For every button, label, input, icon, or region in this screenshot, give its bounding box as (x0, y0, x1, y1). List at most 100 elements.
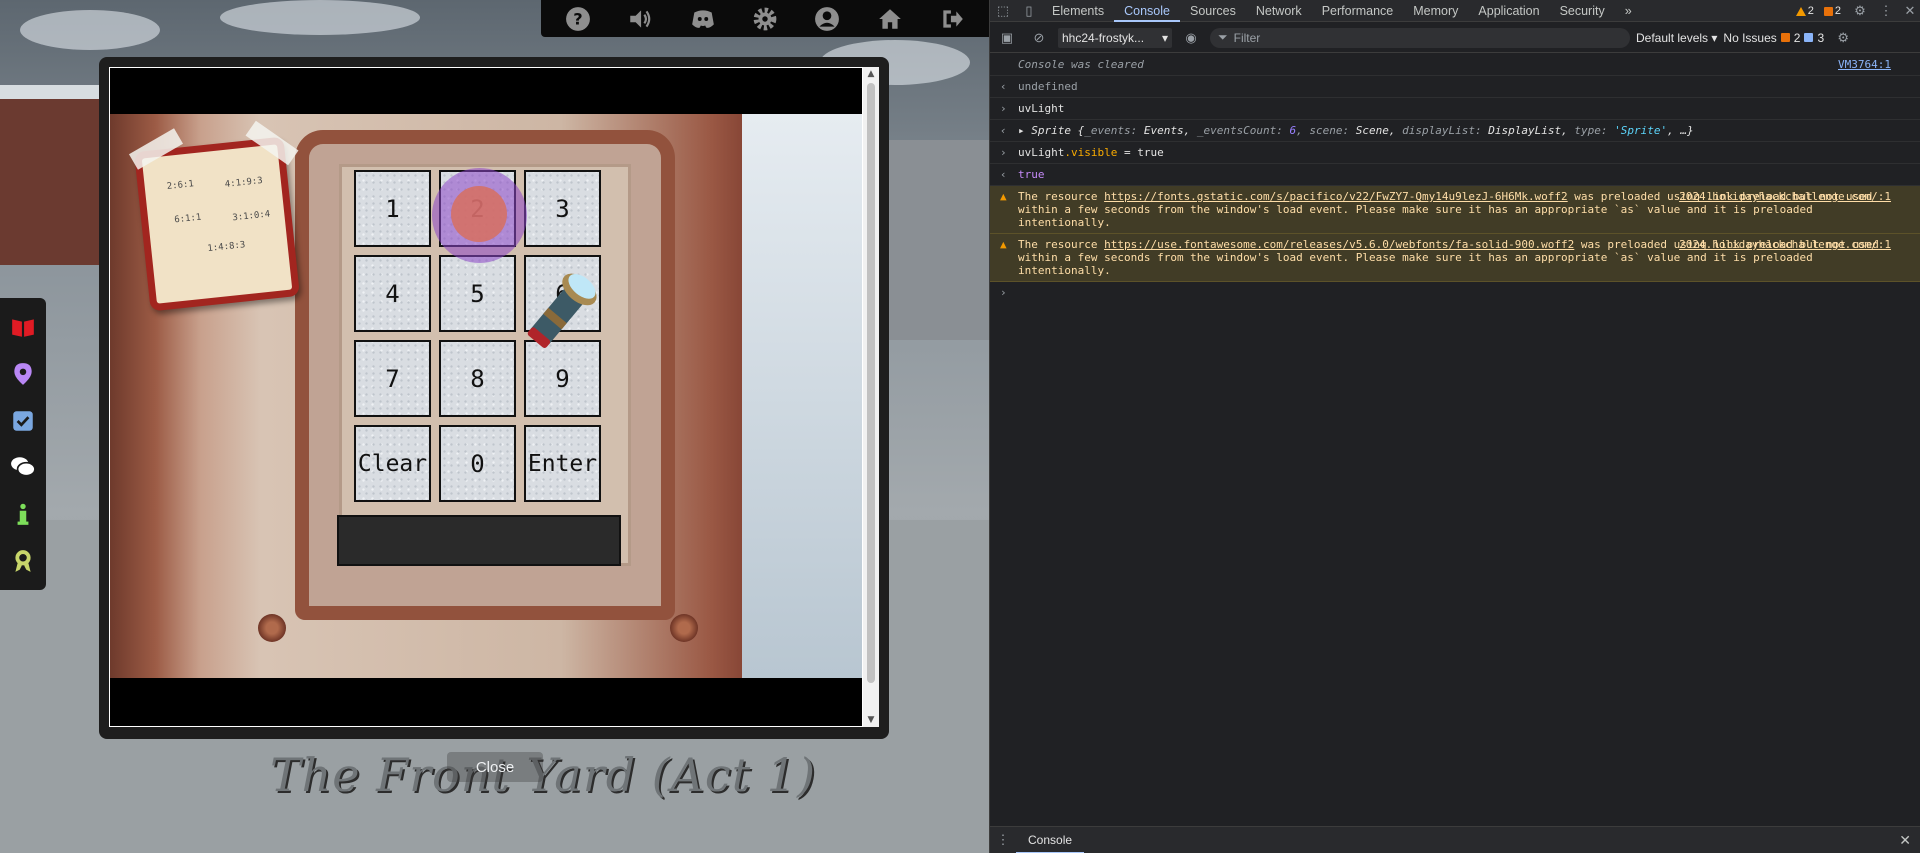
filter-placeholder: Filter (1233, 30, 1261, 45)
keypad-key-4[interactable]: 4 (354, 255, 431, 332)
log-levels-dropdown[interactable]: Default levels ▾ (1636, 31, 1717, 45)
keypad-key-3[interactable]: 3 (524, 170, 601, 247)
keypad-key-5[interactable]: 5 (439, 255, 516, 332)
clear-console-icon[interactable]: ⊘ (1026, 27, 1052, 49)
resource-link[interactable]: https://fonts.gstatic.com/s/pacifico/v22… (1104, 190, 1568, 203)
settings-gear-icon[interactable]: ⚙ (1851, 0, 1869, 22)
background-building (0, 85, 110, 265)
console-text: type: (1574, 124, 1608, 137)
console-text: The resource (1018, 190, 1105, 203)
chat-icon[interactable] (8, 452, 38, 482)
warning-icon: ▲ (1000, 190, 1007, 203)
inspect-element-icon[interactable]: ⬚ (990, 0, 1016, 22)
tab-sources[interactable]: Sources (1180, 0, 1246, 22)
keypad-key-8[interactable]: 8 (439, 340, 516, 417)
game-canvas[interactable]: ? The Front Yard (Act 1) 2:6:1 4:1:9:3 6… (0, 0, 989, 853)
scroll-thumb[interactable] (867, 83, 875, 683)
device-toolbar-icon[interactable]: ▯ (1016, 0, 1042, 22)
checklist-icon[interactable] (8, 406, 38, 436)
warning-count-badge[interactable]: 2 (1795, 5, 1814, 17)
keypad-key-7[interactable]: 7 (354, 340, 431, 417)
note-line: 2:6:1 (166, 179, 195, 193)
help-icon[interactable]: ? (563, 4, 593, 34)
console-text: uvLight (1018, 102, 1065, 115)
volume-icon[interactable] (625, 4, 655, 34)
book-icon[interactable] (8, 312, 38, 342)
console-text: = true (1117, 146, 1164, 159)
console-log[interactable]: Console was cleared VM3764:1 ‹ undefined… (990, 54, 1920, 824)
keypad: 1 2 3 4 5 6 7 8 9 Clear 0 Enter (354, 170, 604, 510)
console-message[interactable]: ‹ ▸ Sprite {_events: Events, _eventsCoun… (990, 120, 1920, 142)
issues-info-count: 3 (1817, 30, 1825, 45)
keypad-key-9[interactable]: 9 (524, 340, 601, 417)
resource-link[interactable]: https://use.fontawesome.com/releases/v5.… (1104, 238, 1574, 251)
chevron-down-icon: ▾ (1711, 30, 1718, 45)
badge-icon[interactable] (8, 546, 38, 576)
source-link[interactable]: 2024.holidayhackchallenge.com/:1 (1679, 238, 1891, 251)
live-expression-eye-icon[interactable]: ◉ (1178, 27, 1204, 49)
console-text: _events: (1084, 124, 1138, 137)
keypad-key-0[interactable]: 0 (439, 425, 516, 502)
context-value: hhc24-frostyk... (1062, 30, 1145, 45)
user-account-icon[interactable] (812, 4, 842, 34)
keypad-key-1[interactable]: 1 (354, 170, 431, 247)
more-options-icon[interactable]: ⋮ (1879, 0, 1893, 22)
console-toolbar: ▣ ⊘ hhc24-frostyk... ▾ ◉ ⏷ Filter Defaul… (990, 23, 1920, 53)
console-prompt[interactable]: › (990, 282, 1920, 299)
more-tabs-icon[interactable]: » (1615, 0, 1642, 22)
keypad-iframe[interactable]: 2:6:1 4:1:9:3 6:1:1 3:1:0:4 1:4:8:3 1 2 … (110, 68, 862, 726)
console-text: Sprite { (1031, 124, 1085, 137)
keypad-scene: 2:6:1 4:1:9:3 6:1:1 3:1:0:4 1:4:8:3 1 2 … (110, 114, 862, 678)
tab-memory[interactable]: Memory (1403, 0, 1468, 22)
output-arrow-icon: ‹ (1000, 124, 1007, 137)
info-icon[interactable] (8, 499, 38, 529)
note-line: 1:4:8:3 (207, 240, 246, 255)
console-text: DisplayList, (1481, 124, 1575, 137)
scroll-up-icon[interactable]: ▲ (863, 67, 879, 81)
tab-console[interactable]: Console (1114, 0, 1180, 22)
drawer-menu-icon[interactable]: ⋮ (990, 829, 1016, 851)
tab-network[interactable]: Network (1246, 0, 1312, 22)
game-side-menu (0, 298, 46, 590)
source-link[interactable]: 2024.holidayhackchallenge.com/:1 (1679, 190, 1891, 203)
console-text: Console was cleared (1018, 58, 1144, 71)
scroll-down-icon[interactable]: ▼ (863, 713, 879, 727)
keypad-enter-button[interactable]: Enter (524, 425, 601, 502)
drawer-tab-console[interactable]: Console (1016, 827, 1085, 853)
keypad-key-2[interactable]: 2 (439, 170, 516, 247)
sidebar-toggle-icon[interactable]: ▣ (994, 27, 1020, 49)
prompt-caret-icon: › (1000, 286, 1007, 299)
issues-counter[interactable]: No Issues 2 3 (1723, 31, 1824, 45)
expand-triangle-icon[interactable]: ▸ (1018, 124, 1031, 137)
logout-icon[interactable] (937, 4, 967, 34)
warning-icon (1795, 6, 1806, 16)
map-pin-icon[interactable] (8, 359, 38, 389)
hint-note: 2:6:1 4:1:9:3 6:1:1 3:1:0:4 1:4:8:3 (134, 136, 300, 312)
modal-content: 2:6:1 4:1:9:3 6:1:1 3:1:0:4 1:4:8:3 1 2 … (109, 67, 879, 727)
note-line: 3:1:0:4 (231, 209, 271, 224)
snow-decoration (20, 10, 160, 50)
tab-performance[interactable]: Performance (1312, 0, 1404, 22)
keypad-clear-button[interactable]: Clear (354, 425, 431, 502)
warning-count: 2 (1807, 5, 1814, 17)
tab-security[interactable]: Security (1550, 0, 1615, 22)
modal-close-button[interactable]: Close (447, 752, 543, 782)
discord-icon[interactable] (688, 4, 718, 34)
settings-gear-icon[interactable] (750, 4, 780, 34)
source-link[interactable]: VM3764:1 (1838, 58, 1891, 71)
modal-scrollbar[interactable]: ▲ ▼ (863, 67, 879, 727)
context-selector[interactable]: hhc24-frostyk... ▾ (1058, 27, 1172, 48)
keypad-key-6[interactable]: 6 (524, 255, 601, 332)
tab-application[interactable]: Application (1468, 0, 1549, 22)
console-settings-gear-icon[interactable]: ⚙ (1830, 27, 1856, 49)
console-filter-input[interactable]: ⏷ Filter (1210, 27, 1630, 48)
home-icon[interactable] (875, 4, 905, 34)
close-icon[interactable]: ✕ (1903, 0, 1917, 22)
input-arrow-icon: › (1000, 102, 1007, 115)
drawer-close-icon[interactable]: ✕ (1899, 832, 1911, 849)
console-text: true (1018, 168, 1045, 181)
console-warning: ▲ The resource https://use.fontawesome.c… (990, 234, 1920, 282)
tab-elements[interactable]: Elements (1042, 0, 1114, 22)
snowy-window (742, 114, 862, 678)
issue-count-badge[interactable]: 2 (1823, 5, 1841, 17)
